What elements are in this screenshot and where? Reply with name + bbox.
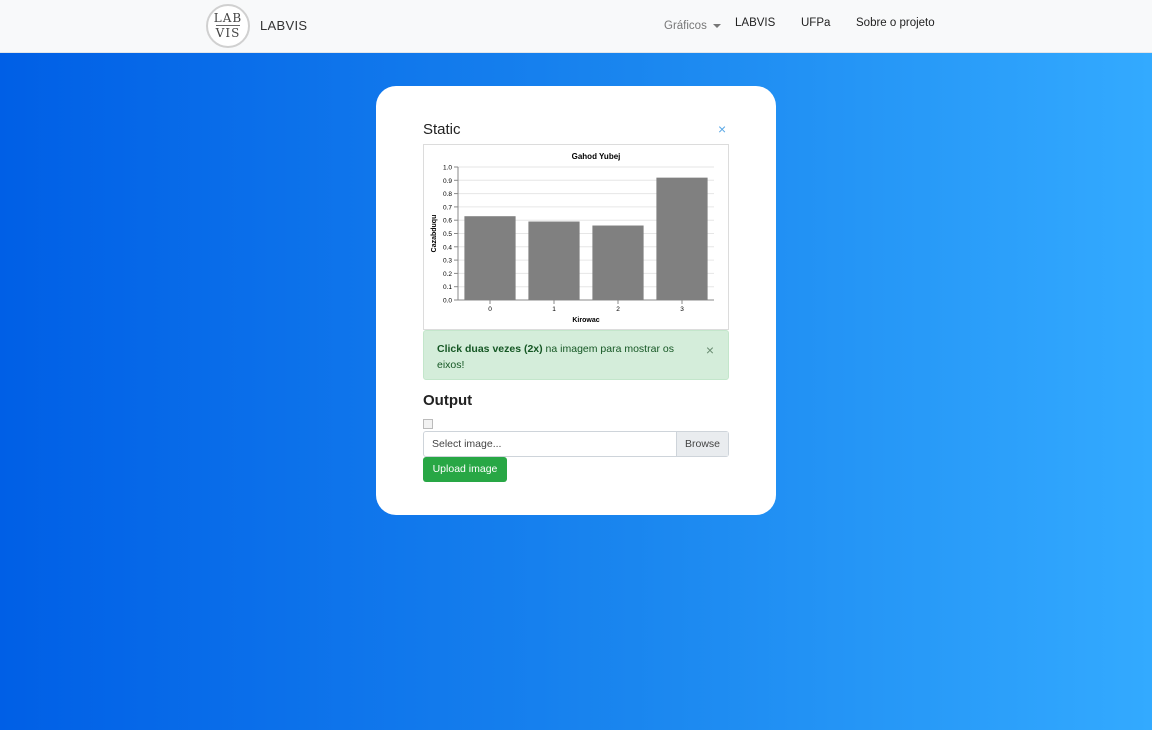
x-tick-label: 2 [616, 306, 620, 313]
close-icon[interactable]: × [718, 121, 726, 137]
y-tick-label: 0.1 [443, 284, 452, 291]
y-tick-label: 0.5 [443, 231, 452, 238]
navbar-brand[interactable]: LABVIS [260, 18, 307, 33]
main-card: Static × 0.0 0.1 0.2 0.3 0.4 0.5 0.6 0.7 0.8 0.9 1… [376, 86, 776, 515]
static-chart-image[interactable]: 0.0 0.1 0.2 0.3 0.4 0.5 0.6 0.7 0.8 0.9 1.0 0 1 2 3 Gah… [423, 144, 729, 330]
x-tick-label: 3 [680, 306, 684, 313]
y-tick-label: 0.6 [443, 218, 452, 225]
y-tick-label: 0.2 [443, 271, 452, 278]
bar [464, 216, 516, 300]
x-axis-label: Kirowac [572, 317, 599, 324]
browse-button[interactable]: Browse [676, 432, 728, 456]
y-tick-label: 0.8 [443, 191, 452, 198]
broken-image-icon [423, 419, 433, 429]
upload-image-button[interactable]: Upload image [423, 457, 507, 482]
y-tick-label: 0.4 [443, 244, 452, 251]
chart-title: Gahod Yubej [572, 152, 621, 161]
y-tick-label: 0.9 [443, 178, 452, 185]
nav-link-labvis[interactable]: LABVIS [735, 17, 775, 29]
labvis-logo[interactable]: LAB VIS [206, 4, 250, 48]
nav-graficos-label: Gráficos [664, 20, 707, 32]
file-input[interactable]: Select image... Browse [423, 431, 729, 457]
bar [592, 225, 644, 300]
caret-down-icon [712, 23, 721, 28]
x-tick-label: 0 [488, 306, 492, 313]
info-alert: Click duas vezes (2x) na imagem para mos… [423, 330, 729, 380]
static-heading: Static [423, 121, 461, 138]
navbar: LAB VIS LABVIS Gráficos LABVIS UFPa Sobr… [0, 0, 1152, 53]
y-tick-label: 0.3 [443, 258, 452, 265]
bar [656, 177, 708, 300]
output-heading: Output [423, 392, 473, 409]
logo-line-2: VIS [215, 25, 241, 40]
alert-close-icon[interactable]: × [706, 342, 714, 358]
bar [528, 221, 580, 300]
bar-chart: 0.0 0.1 0.2 0.3 0.4 0.5 0.6 0.7 0.8 0.9 1.0 0 1 2 3 Gah… [431, 152, 714, 324]
nav-link-sobre[interactable]: Sobre o projeto [856, 17, 935, 29]
alert-bold-text: Click duas vezes (2x) [437, 343, 543, 355]
file-input-placeholder: Select image... [432, 438, 502, 450]
y-tick-label: 0.0 [443, 298, 452, 305]
x-tick-label: 1 [552, 306, 556, 313]
nav-link-ufpa[interactable]: UFPa [801, 17, 830, 29]
logo-line-1: LAB [213, 11, 243, 25]
y-axis-label: Cazabduqu [431, 215, 438, 253]
y-tick-label: 1.0 [443, 165, 452, 172]
nav-graficos-dropdown[interactable]: Gráficos [664, 20, 721, 32]
y-tick-label: 0.7 [443, 204, 452, 211]
